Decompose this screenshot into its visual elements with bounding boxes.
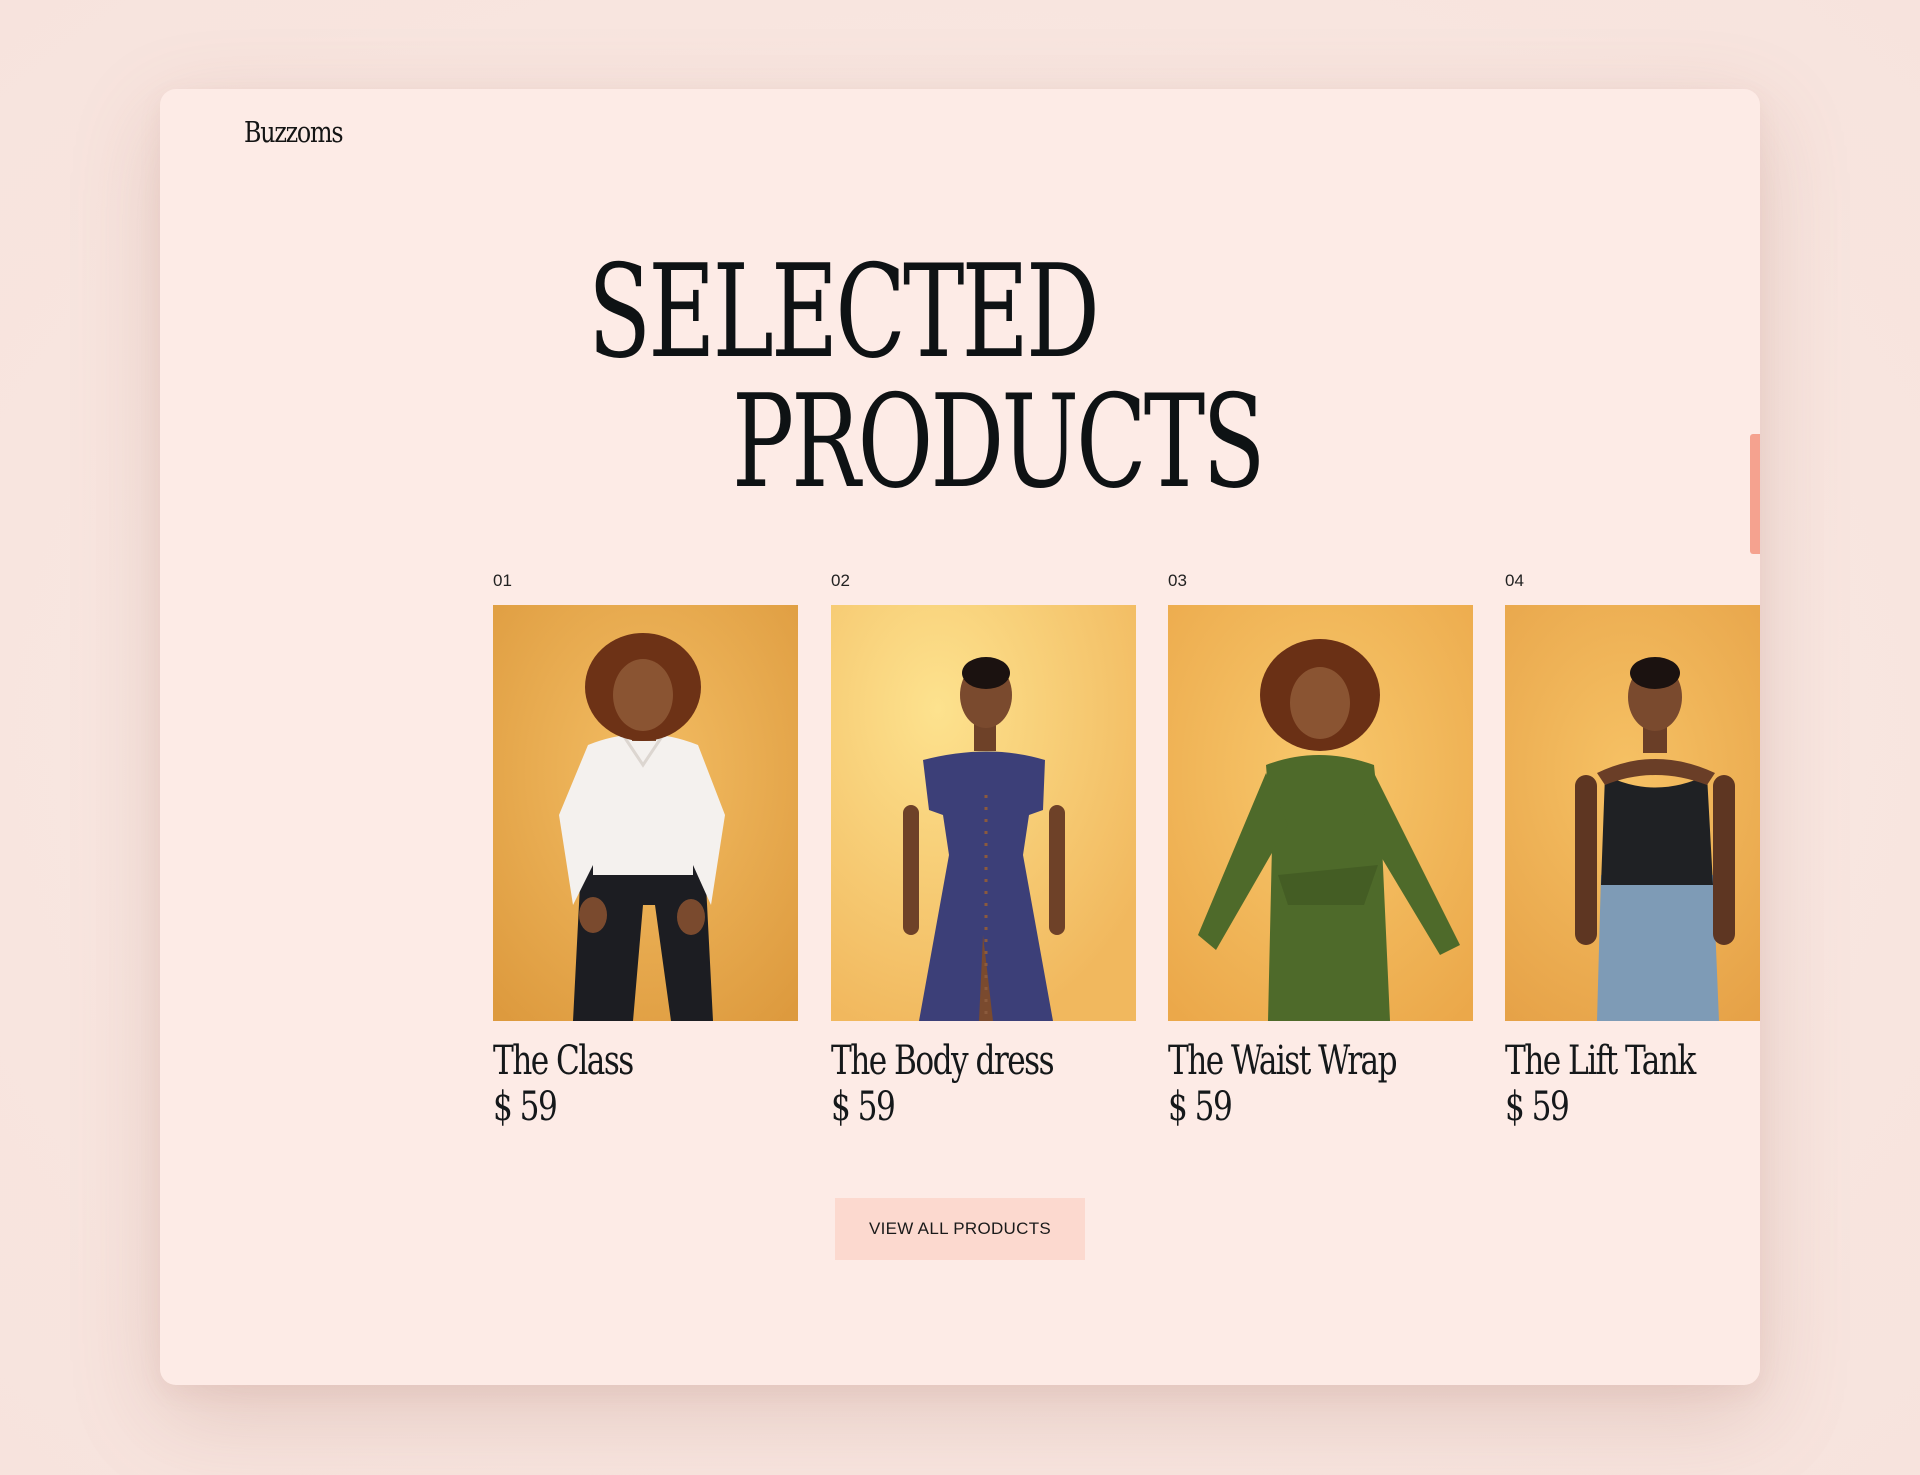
product-image-woman-green-wrap[interactable]: [1168, 605, 1473, 1021]
product-card[interactable]: 03 The Waist Wrap $ 59: [1168, 569, 1473, 1131]
product-number: 01: [493, 571, 512, 590]
product-photo: [831, 605, 1136, 1021]
product-carousel: 01 The Class $ 59 02 The Body dress $ 59…: [493, 569, 1760, 1219]
product-name[interactable]: The Lift Tank: [1505, 1039, 1743, 1083]
product-photo: [1505, 605, 1760, 1021]
brand-logo[interactable]: Buzzoms: [244, 115, 344, 149]
product-card[interactable]: 01 The Class $ 59: [493, 569, 798, 1131]
product-image-woman-white-shirt[interactable]: [493, 605, 798, 1021]
product-price: $ 59: [1505, 1084, 1570, 1130]
hero-title-line1: SELECTED: [588, 238, 1100, 387]
hero-title-line2: PRODUCTS: [732, 368, 1265, 517]
product-price: $ 59: [1168, 1084, 1233, 1130]
product-name[interactable]: The Waist Wrap: [1168, 1039, 1406, 1083]
scroll-indicator[interactable]: [1750, 434, 1760, 554]
product-number: 04: [1505, 571, 1524, 590]
product-number: 02: [831, 571, 850, 590]
product-image-woman-navy-dress[interactable]: [831, 605, 1136, 1021]
product-name[interactable]: The Body dress: [831, 1039, 1069, 1083]
product-price: $ 59: [493, 1084, 558, 1130]
product-price: $ 59: [831, 1084, 896, 1130]
product-section-card: Buzzoms SELECTED PRODUCTS 01 The Class $…: [160, 89, 1760, 1385]
product-name[interactable]: The Class: [493, 1039, 731, 1083]
product-number: 03: [1168, 571, 1187, 590]
product-card[interactable]: 04 The Lift Tank $ 59: [1505, 569, 1760, 1131]
product-photo: [1168, 605, 1473, 1021]
product-photo: [493, 605, 798, 1021]
view-all-products-button[interactable]: VIEW ALL PRODUCTS: [835, 1198, 1085, 1260]
product-image-woman-black-tank[interactable]: [1505, 605, 1760, 1021]
product-card[interactable]: 02 The Body dress $ 59: [831, 569, 1136, 1131]
